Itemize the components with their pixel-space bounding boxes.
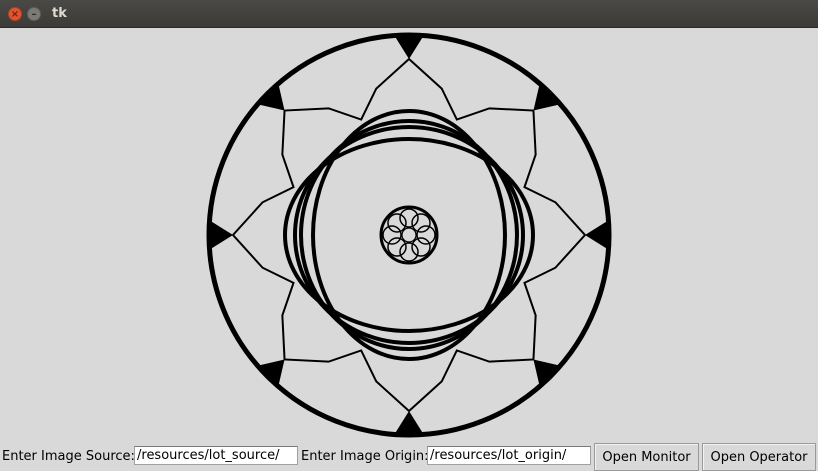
outer-marker [394, 411, 424, 435]
rosette-center [401, 227, 417, 243]
control-bar: Enter Image Source: Enter Image Origin: … [0, 443, 818, 471]
outer-marker [394, 35, 424, 59]
mandala-drawing [206, 32, 612, 438]
rosette-petal [382, 225, 402, 245]
close-icon[interactable]: × [8, 7, 22, 21]
rosette-petal [387, 213, 407, 233]
rosette-petal [399, 208, 419, 228]
minimize-icon[interactable]: – [27, 7, 41, 21]
window-titlebar[interactable]: × – tk [0, 0, 818, 28]
image-origin-label: Enter Image Origin: [301, 449, 429, 464]
image-source-input[interactable] [134, 446, 298, 465]
outer-marker [585, 220, 609, 250]
rosette-petal [399, 242, 419, 262]
outer-marker [209, 220, 233, 250]
rosette-ring [379, 205, 439, 265]
drawing-canvas[interactable] [0, 28, 818, 440]
rosette-petal [411, 237, 431, 257]
open-operator-button[interactable]: Open Operator [702, 443, 816, 471]
rosette-petal [416, 225, 436, 245]
rosette-petal [387, 237, 407, 257]
inner-ellipse [299, 119, 519, 351]
open-monitor-button[interactable]: Open Monitor [594, 443, 699, 471]
window-title: tk [52, 6, 67, 21]
image-source-label: Enter Image Source: [2, 449, 135, 464]
rosette-petal [411, 213, 431, 233]
image-origin-input[interactable] [427, 446, 591, 465]
